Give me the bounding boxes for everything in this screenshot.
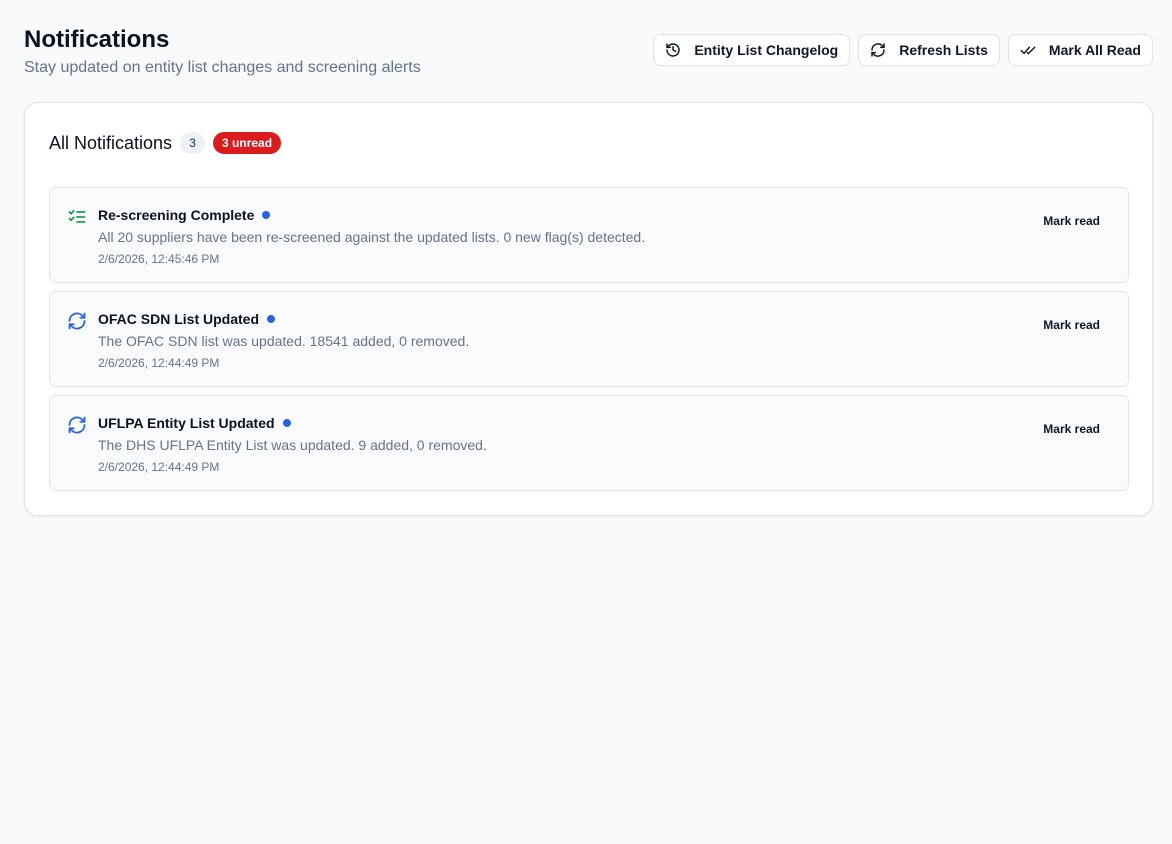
notifications-page: Notifications Stay updated on entity lis… — [0, 0, 1172, 844]
card-title: All Notifications — [49, 133, 173, 153]
notification-message: All 20 suppliers have been re-screened a… — [98, 229, 646, 245]
notification-timestamp: 2/6/2026, 12:45:46 PM — [98, 252, 220, 266]
count-badge: 3 — [180, 132, 206, 154]
notification-title: Re-screening Complete — [98, 207, 255, 223]
unread-dot — [262, 211, 271, 219]
notification-item: Re-screening Complete All 20 suppliers h… — [49, 187, 1129, 283]
mark-read-button[interactable]: Mark read — [1031, 312, 1112, 338]
header-actions: Entity List Changelog Refresh Lists Mark… — [653, 34, 1153, 66]
check-check-icon — [1020, 42, 1036, 58]
unread-badge: 3 unread — [213, 132, 282, 154]
list-checks-icon — [67, 207, 87, 227]
mark-all-read-label: Mark All Read — [1048, 42, 1141, 58]
mark-all-read-button[interactable]: Mark All Read — [1007, 34, 1153, 66]
unread-dot — [282, 419, 291, 427]
history-icon — [665, 42, 681, 58]
page-header: Notifications Stay updated on entity lis… — [24, 26, 1153, 78]
mark-read-button[interactable]: Mark read — [1031, 208, 1112, 234]
refresh-lists-label: Refresh Lists — [899, 42, 988, 58]
notification-title: OFAC SDN List Updated — [98, 311, 260, 327]
notification-title: UFLPA Entity List Updated — [98, 415, 275, 431]
notification-title-row: Re-screening Complete — [98, 206, 271, 224]
notification-timestamp: 2/6/2026, 12:44:49 PM — [98, 460, 220, 474]
notification-title-row: UFLPA Entity List Updated — [98, 414, 291, 432]
refresh-lists-button[interactable]: Refresh Lists — [858, 34, 1000, 66]
notification-timestamp: 2/6/2026, 12:44:49 PM — [98, 356, 220, 370]
refresh-icon — [870, 42, 886, 58]
notifications-card: All Notifications 3 3 unread Re-screenin… — [24, 102, 1153, 516]
notification-message: The DHS UFLPA Entity List was updated. 9… — [98, 437, 487, 453]
notification-item: OFAC SDN List Updated The OFAC SDN list … — [49, 291, 1129, 387]
notification-list: Re-screening Complete All 20 suppliers h… — [49, 187, 1129, 499]
entity-list-changelog-label: Entity List Changelog — [694, 42, 839, 58]
card-header: All Notifications 3 3 unread — [49, 132, 282, 154]
unread-dot — [267, 315, 276, 323]
notification-message: The OFAC SDN list was updated. 18541 add… — [98, 333, 470, 349]
mark-read-button[interactable]: Mark read — [1031, 416, 1112, 442]
refresh-icon — [67, 311, 87, 331]
refresh-icon — [67, 415, 87, 435]
notification-title-row: OFAC SDN List Updated — [98, 310, 276, 328]
notification-item: UFLPA Entity List Updated The DHS UFLPA … — [49, 395, 1129, 491]
entity-list-changelog-button[interactable]: Entity List Changelog — [653, 34, 851, 66]
